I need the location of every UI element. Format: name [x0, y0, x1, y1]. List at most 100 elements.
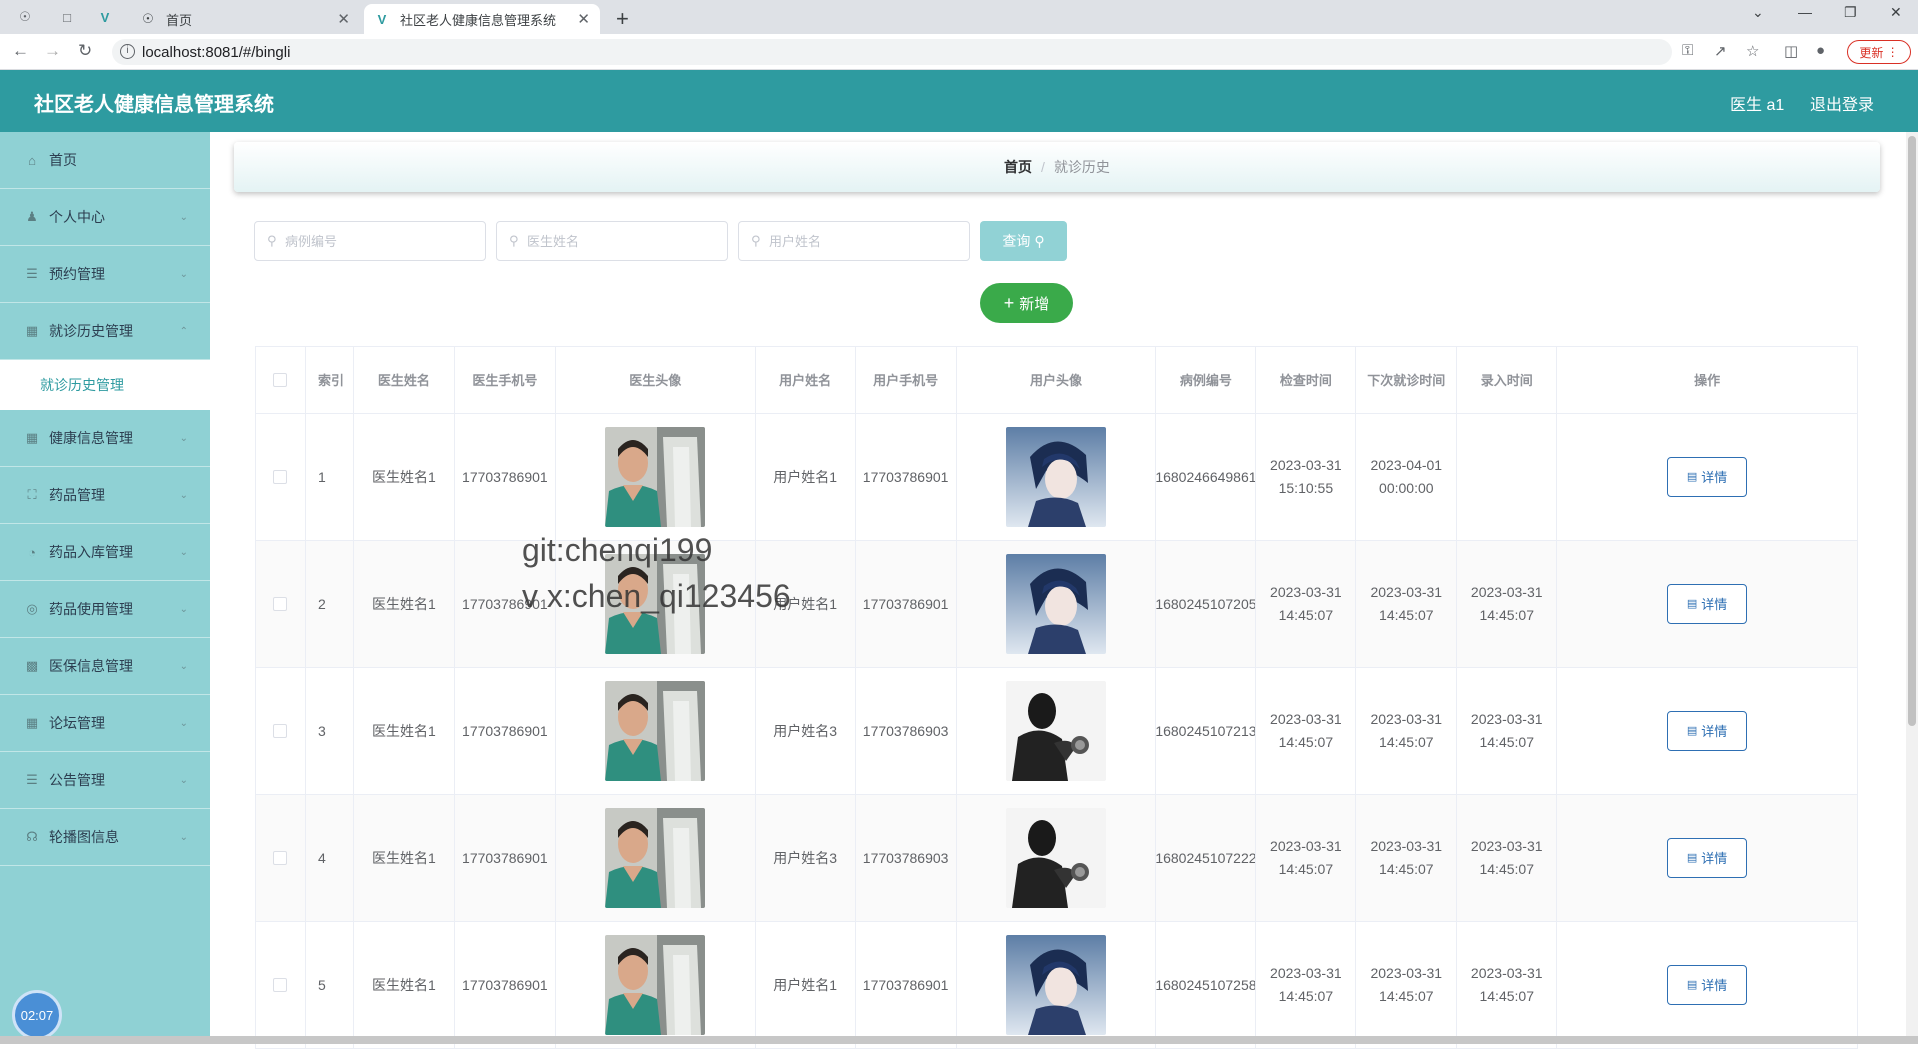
- user-name-input[interactable]: [769, 231, 959, 251]
- column-header-doctor-name[interactable]: 医生姓名: [354, 347, 455, 413]
- row-checkbox[interactable]: [273, 724, 288, 738]
- user-avatar-image: [1006, 681, 1107, 781]
- sidebar-item-appointments[interactable]: ☰ 预约管理 ⌄: [0, 246, 210, 303]
- sidebar-item-home[interactable]: ⌂ 首页: [0, 132, 210, 189]
- row-checkbox[interactable]: [273, 851, 288, 865]
- entry-time-cell: 2023-03-31 14:45:07: [1457, 668, 1558, 794]
- new-tab-icon[interactable]: +: [616, 6, 629, 32]
- browser-tab-home[interactable]: ☉ 首页 ✕: [130, 4, 360, 34]
- column-header-doctor-phone[interactable]: 医生手机号: [455, 347, 556, 413]
- breadcrumb-home[interactable]: 首页: [1004, 157, 1032, 177]
- profile-icon[interactable]: ●: [1816, 42, 1825, 59]
- window-close-icon[interactable]: ✕: [1890, 4, 1902, 21]
- doctor-name-search[interactable]: ⚲: [496, 221, 728, 261]
- check-time-cell: 2023-03-31 15:10:55: [1256, 414, 1357, 540]
- app-title: 社区老人健康信息管理系统: [34, 94, 274, 116]
- column-header-index[interactable]: 索引: [306, 347, 354, 413]
- column-header-case-no[interactable]: 病例编号: [1156, 347, 1257, 413]
- user-avatar-cell: [957, 922, 1157, 1048]
- user-avatar-image: [1006, 427, 1107, 527]
- star-icon[interactable]: ☆: [1746, 42, 1759, 60]
- doctor-name-input[interactable]: [527, 231, 717, 251]
- sidebar-item-visit-history[interactable]: ▦ 就诊历史管理 ⌃: [0, 303, 210, 360]
- column-header-entry-time[interactable]: 录入时间: [1457, 347, 1558, 413]
- index-cell: 1: [306, 414, 354, 540]
- sidebar-item-notices[interactable]: ☰ 公告管理 ⌄: [0, 752, 210, 809]
- share-icon[interactable]: ↗: [1714, 42, 1727, 60]
- horizontal-scrollbar[interactable]: [0, 1036, 1918, 1044]
- forward-icon[interactable]: →: [44, 41, 61, 61]
- sidebar-item-drug-stock[interactable]: ◔ 药品入库管理 ⌄: [0, 524, 210, 581]
- sidebar-item-carousel[interactable]: ☊ 轮播图信息 ⌄: [0, 809, 210, 866]
- update-button[interactable]: 更新 ⋮: [1847, 40, 1911, 64]
- detail-button[interactable]: ▤ 详情: [1667, 457, 1748, 497]
- sidebar-item-forum[interactable]: ▦ 论坛管理 ⌄: [0, 695, 210, 752]
- column-header-user-avatar[interactable]: 用户头像: [957, 347, 1157, 413]
- scrollbar-thumb[interactable]: [1908, 136, 1916, 726]
- sidebar-item-label: 轮播图信息: [49, 829, 119, 845]
- sidebar-item-insurance[interactable]: ▩ 医保信息管理 ⌄: [0, 638, 210, 695]
- sidebar-item-profile[interactable]: ♟ 个人中心 ⌄: [0, 189, 210, 246]
- sidebar-item-drugs[interactable]: ⛶ 药品管理 ⌄: [0, 467, 210, 524]
- query-label: 查询: [1002, 233, 1031, 249]
- case-no-cell: 1680245107213: [1156, 668, 1257, 794]
- chevron-down-icon: ⌄: [179, 717, 188, 729]
- detail-button[interactable]: ▤ 详情: [1667, 965, 1748, 1005]
- column-header-doctor-avatar[interactable]: 医生头像: [556, 347, 756, 413]
- close-icon[interactable]: ✕: [577, 10, 590, 28]
- user-name-search[interactable]: ⚲: [738, 221, 970, 261]
- minimize-icon[interactable]: —: [1798, 4, 1812, 20]
- sidebar-item-drug-usage[interactable]: ◎ 药品使用管理 ⌄: [0, 581, 210, 638]
- site-info-icon[interactable]: i: [120, 44, 135, 59]
- close-icon[interactable]: ✕: [337, 10, 350, 28]
- browser-tab-active[interactable]: V 社区老人健康信息管理系统 ✕: [364, 4, 600, 34]
- case-no-input[interactable]: [285, 231, 475, 251]
- chevron-down-icon[interactable]: ⌄: [1752, 4, 1764, 21]
- globe-icon[interactable]: ☉: [16, 8, 34, 26]
- restore-icon[interactable]: ❐: [1844, 4, 1857, 21]
- url-field[interactable]: i localhost:8081/#/bingli: [112, 39, 1672, 65]
- row-checkbox[interactable]: [273, 978, 288, 992]
- chevron-down-icon: ⌄: [179, 603, 188, 615]
- sidebar-item-health-info[interactable]: ▦ 健康信息管理 ⌄: [0, 410, 210, 467]
- logout-link[interactable]: 退出登录: [1810, 91, 1874, 115]
- key-icon[interactable]: ⚿: [1682, 42, 1693, 59]
- gauge-icon: ◔: [28, 544, 36, 560]
- user-phone-cell: 17703786901: [856, 922, 957, 1048]
- search-icon: ⚲: [267, 233, 277, 248]
- submenu-item-label: 就诊历史管理: [40, 377, 124, 393]
- detail-button[interactable]: ▤ 详情: [1667, 584, 1748, 624]
- doctor-name-cell: 医生姓名1: [354, 922, 455, 1048]
- reload-icon[interactable]: ↻: [78, 41, 92, 61]
- column-header-user-name[interactable]: 用户姓名: [756, 347, 856, 413]
- back-icon[interactable]: ←: [12, 41, 29, 61]
- column-header-check-time[interactable]: 检查时间: [1256, 347, 1357, 413]
- grid-icon: ▦: [25, 715, 39, 730]
- case-no-cell: 1680245107205: [1156, 541, 1257, 667]
- blank-page-icon[interactable]: □: [58, 8, 76, 26]
- doctor-phone-cell: 17703786901: [455, 922, 556, 1048]
- table-row: 5 医生姓名1 17703786901 用户姓名1 17703786901 16802…: [256, 922, 1858, 1049]
- breadcrumb-current: 就诊历史: [1053, 159, 1110, 175]
- side-panel-icon[interactable]: ◫: [1784, 42, 1798, 60]
- row-checkbox[interactable]: [273, 470, 288, 484]
- document-icon: ▤: [1686, 851, 1698, 864]
- detail-button[interactable]: ▤ 详情: [1667, 711, 1748, 751]
- select-all-checkbox[interactable]: [273, 373, 288, 387]
- globe-icon: ☉: [142, 11, 154, 26]
- vue-logo-icon[interactable]: V: [96, 8, 114, 26]
- row-select-cell: [256, 922, 306, 1048]
- column-header-next-time[interactable]: 下次就诊时间: [1356, 347, 1458, 413]
- query-button[interactable]: 查询 ⚲: [980, 221, 1067, 261]
- table-header-row: 索引 医生姓名 医生手机号 医生头像 用户姓名 用户手机号 用户头像 病例编号 …: [256, 347, 1858, 414]
- address-bar: ← → ↻ i localhost:8081/#/bingli ⚿ ↗ ☆ ◫ …: [0, 34, 1918, 70]
- row-select-cell: [256, 795, 306, 921]
- add-button[interactable]: + 新增: [980, 283, 1073, 323]
- case-no-search[interactable]: ⚲: [254, 221, 486, 261]
- detail-button[interactable]: ▤ 详情: [1667, 838, 1748, 878]
- tab-title: 首页: [166, 12, 193, 28]
- column-header-user-phone[interactable]: 用户手机号: [856, 347, 957, 413]
- user-phone-cell: 17703786903: [856, 795, 957, 921]
- row-checkbox[interactable]: [273, 597, 288, 611]
- submenu-item-visit-history[interactable]: 就诊历史管理: [0, 360, 210, 410]
